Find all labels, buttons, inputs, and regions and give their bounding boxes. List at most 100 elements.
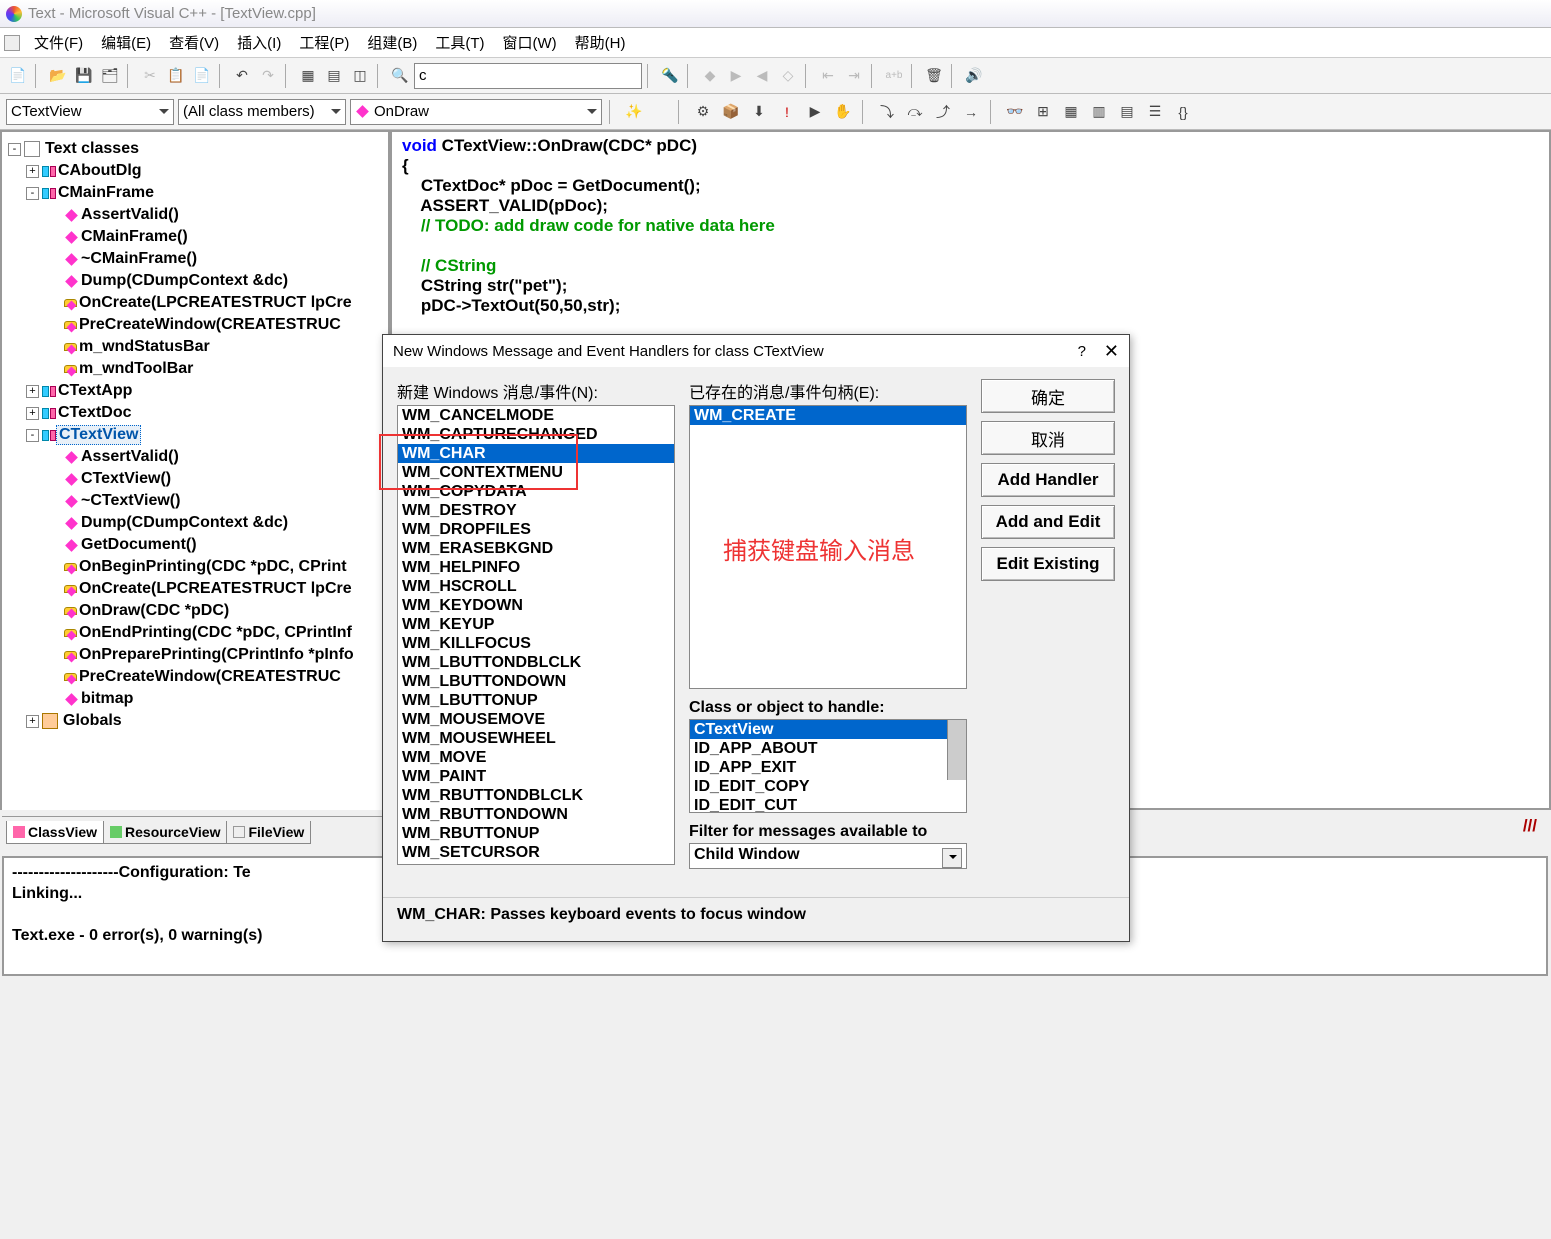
- tree-node[interactable]: PreCreateWindow(CREATESTRUC: [4, 666, 386, 688]
- tree-node[interactable]: +Globals: [4, 710, 386, 732]
- stop-build-button[interactable]: ⬇: [747, 100, 771, 124]
- message-item[interactable]: WM_ERASEBKGND: [398, 539, 674, 558]
- sound-button[interactable]: 🔊: [962, 64, 986, 88]
- new-messages-listbox[interactable]: WM_CANCELMODEWM_CAPTURECHANGEDWM_CHARWM_…: [397, 405, 675, 865]
- message-item[interactable]: WM_MOVE: [398, 748, 674, 767]
- tree-node[interactable]: bitmap: [4, 688, 386, 710]
- message-item[interactable]: WM_KILLFOCUS: [398, 634, 674, 653]
- tree-node[interactable]: PreCreateWindow(CREATESTRUC: [4, 314, 386, 336]
- doc-icon[interactable]: [4, 35, 20, 51]
- watch-button[interactable]: ⊞: [1031, 100, 1055, 124]
- tab-resourceview[interactable]: ResourceView: [103, 821, 227, 844]
- tree-node[interactable]: OnCreate(LPCREATESTRUCT lpCre: [4, 578, 386, 600]
- stack-button[interactable]: ☰: [1143, 100, 1167, 124]
- message-item[interactable]: WM_RBUTTONUP: [398, 824, 674, 843]
- menu-view[interactable]: 查看(V): [161, 29, 227, 56]
- message-item[interactable]: WM_LBUTTONDBLCLK: [398, 653, 674, 672]
- tree-node[interactable]: AssertValid(): [4, 204, 386, 226]
- menu-help[interactable]: 帮助(H): [567, 29, 634, 56]
- menu-tools[interactable]: 工具(T): [427, 29, 492, 56]
- build-button[interactable]: 📦: [719, 100, 743, 124]
- bm-clear[interactable]: ◇: [776, 64, 800, 88]
- message-item[interactable]: WM_LBUTTONUP: [398, 691, 674, 710]
- menu-insert[interactable]: 插入(I): [229, 29, 289, 56]
- message-item[interactable]: WM_LBUTTONDOWN: [398, 672, 674, 691]
- menu-edit[interactable]: 编辑(E): [93, 29, 159, 56]
- message-item[interactable]: WM_CAPTURECHANGED: [398, 425, 674, 444]
- cancel-button[interactable]: 取消: [981, 421, 1115, 455]
- bm-prev[interactable]: ◀: [750, 64, 774, 88]
- compile-button[interactable]: ⚙: [691, 100, 715, 124]
- message-item[interactable]: WM_CANCELMODE: [398, 406, 674, 425]
- menu-project[interactable]: 工程(P): [291, 29, 357, 56]
- dialog-titlebar[interactable]: New Windows Message and Event Handlers f…: [383, 335, 1129, 367]
- message-item[interactable]: WM_COPYDATA: [398, 482, 674, 501]
- quickwatch-button[interactable]: 👓: [1003, 100, 1027, 124]
- copy-button[interactable]: 📋: [164, 64, 188, 88]
- message-item[interactable]: WM_MOUSEMOVE: [398, 710, 674, 729]
- vars-button[interactable]: ▦: [1059, 100, 1083, 124]
- tree-node[interactable]: OnEndPrinting(CDC *pDC, CPrintInf: [4, 622, 386, 644]
- message-item[interactable]: WM_PAINT: [398, 767, 674, 786]
- class-item[interactable]: ID_EDIT_COPY: [690, 777, 966, 796]
- tree-node[interactable]: OnCreate(LPCREATESTRUCT lpCre: [4, 292, 386, 314]
- tree-node[interactable]: m_wndStatusBar: [4, 336, 386, 358]
- mem-button[interactable]: ▤: [1115, 100, 1139, 124]
- edit-existing-button[interactable]: Edit Existing: [981, 547, 1115, 581]
- message-item[interactable]: WM_KEYDOWN: [398, 596, 674, 615]
- undo-button[interactable]: ↶: [230, 64, 254, 88]
- paste-button[interactable]: 📄: [190, 64, 214, 88]
- saveall-button[interactable]: 🗂: [98, 64, 122, 88]
- cut-button[interactable]: ✂: [138, 64, 162, 88]
- class-item[interactable]: ID_APP_ABOUT: [690, 739, 966, 758]
- add-handler-button[interactable]: Add Handler: [981, 463, 1115, 497]
- delete-button[interactable]: 🗑: [922, 64, 946, 88]
- message-item[interactable]: WM_DROPFILES: [398, 520, 674, 539]
- tree-node[interactable]: CTextView(): [4, 468, 386, 490]
- tree-node[interactable]: GetDocument(): [4, 534, 386, 556]
- open-button[interactable]: 📂: [46, 64, 70, 88]
- indent-in[interactable]: ⇥: [842, 64, 866, 88]
- message-item[interactable]: WM_HSCROLL: [398, 577, 674, 596]
- step-into-button[interactable]: ⤵: [875, 100, 899, 124]
- tree-node[interactable]: ~CMainFrame(): [4, 248, 386, 270]
- tree-node[interactable]: OnDraw(CDC *pDC): [4, 600, 386, 622]
- save-button[interactable]: 💾: [72, 64, 96, 88]
- new-button[interactable]: 📄: [6, 64, 30, 88]
- tab-classview[interactable]: ClassView: [6, 821, 104, 844]
- close-icon[interactable]: ✕: [1104, 341, 1119, 362]
- workspace-button[interactable]: ▦: [296, 64, 320, 88]
- filter-combo[interactable]: Child Window: [689, 843, 967, 869]
- tree-node[interactable]: +CTextDoc: [4, 402, 386, 424]
- tree-node[interactable]: +CAboutDlg: [4, 160, 386, 182]
- run-to-button[interactable]: →: [959, 100, 983, 124]
- existing-item[interactable]: WM_CREATE: [690, 406, 966, 425]
- windows-button[interactable]: ◫: [348, 64, 372, 88]
- menu-window[interactable]: 窗口(W): [494, 29, 564, 56]
- find-input[interactable]: [414, 63, 642, 89]
- class-item[interactable]: ID_EDIT_CUT: [690, 796, 966, 813]
- tree-node[interactable]: OnBeginPrinting(CDC *pDC, CPrint: [4, 556, 386, 578]
- message-item[interactable]: WM_MOUSEWHEEL: [398, 729, 674, 748]
- breakpoint-button[interactable]: ✋: [831, 100, 855, 124]
- redo-button[interactable]: ↷: [256, 64, 280, 88]
- tree-node[interactable]: CMainFrame(): [4, 226, 386, 248]
- message-item[interactable]: WM_KEYUP: [398, 615, 674, 634]
- menu-file[interactable]: 文件(F): [26, 29, 91, 56]
- tree-node[interactable]: -CMainFrame: [4, 182, 386, 204]
- members-combo[interactable]: (All class members): [178, 99, 346, 125]
- class-listbox[interactable]: CTextViewID_APP_ABOUTID_APP_EXITID_EDIT_…: [689, 719, 967, 813]
- output-button[interactable]: ▤: [322, 64, 346, 88]
- menu-build[interactable]: 组建(B): [359, 29, 425, 56]
- message-item[interactable]: WM_CONTEXTMENU: [398, 463, 674, 482]
- tab-fileview[interactable]: FileView: [226, 821, 311, 844]
- find-files-button[interactable]: 🔍: [388, 64, 412, 88]
- class-item[interactable]: ID_APP_EXIT: [690, 758, 966, 777]
- word-button[interactable]: a+b: [882, 64, 906, 88]
- message-item[interactable]: WM_SETCURSOR: [398, 843, 674, 862]
- tree-node[interactable]: ~CTextView(): [4, 490, 386, 512]
- message-item[interactable]: WM_CHAR: [398, 444, 674, 463]
- step-over-button[interactable]: ⤼: [903, 100, 927, 124]
- message-item[interactable]: WM_RBUTTONDBLCLK: [398, 786, 674, 805]
- wizard-wand-button[interactable]: ✨: [622, 100, 646, 124]
